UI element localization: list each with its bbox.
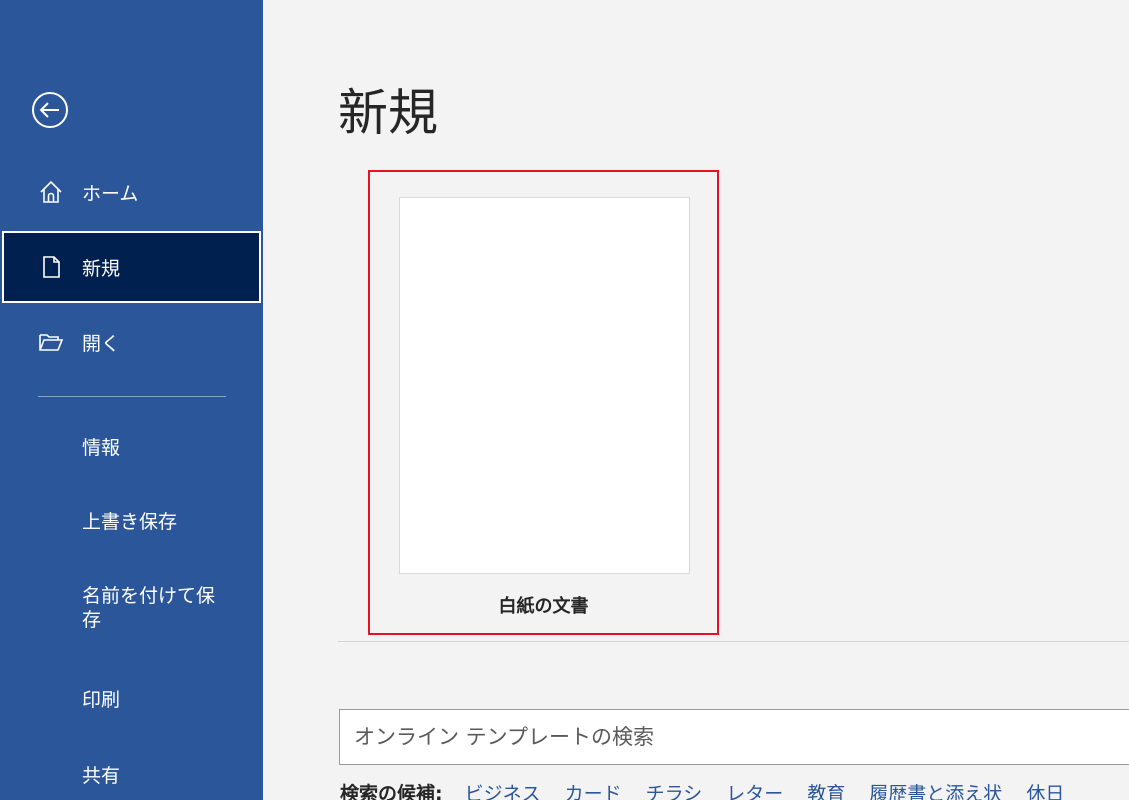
blank-document-template[interactable]: 白紙の文書: [368, 170, 719, 635]
home-icon: [38, 179, 64, 205]
suggestion-link[interactable]: 休日: [1026, 779, 1064, 800]
suggestion-link[interactable]: カード: [565, 779, 622, 800]
suggestion-link[interactable]: 履歴書と添え状: [869, 779, 1002, 800]
sidebar-item-open[interactable]: 開く: [0, 306, 263, 378]
sidebar-item-new[interactable]: 新規: [2, 231, 261, 303]
sidebar-item-share[interactable]: 共有: [82, 764, 252, 788]
section-divider: [338, 641, 1129, 642]
suggestion-link[interactable]: レター: [726, 779, 783, 800]
page-title: 新規: [338, 84, 438, 142]
sidebar-item-label: 開く: [82, 332, 121, 355]
suggestions-label: 検索の候補:: [340, 782, 443, 800]
sidebar-item-label: 新規: [82, 257, 121, 280]
template-search-input[interactable]: [339, 709, 1129, 765]
sidebar-item-print[interactable]: 印刷: [82, 688, 252, 712]
new-document-icon: [38, 254, 64, 280]
suggestion-link[interactable]: チラシ: [646, 779, 703, 800]
sidebar-item-home[interactable]: ホーム: [0, 156, 263, 228]
search-suggestions: 検索の候補: ビジネス カード チラシ レター 教育 履歴書と添え状 休日: [340, 777, 1088, 800]
sidebar-item-save-as[interactable]: 名前を付けて保存: [82, 584, 232, 632]
template-thumbnail: [399, 197, 690, 574]
backstage-sidebar: ホーム 新規 開く 情報 上書き保存 名前を付けて保存 印刷 共有: [0, 0, 263, 800]
folder-open-icon: [38, 329, 64, 355]
suggestion-link[interactable]: ビジネス: [465, 779, 541, 800]
template-label: 白紙の文書: [498, 596, 589, 617]
sidebar-item-label: ホーム: [82, 182, 139, 205]
sidebar-item-info[interactable]: 情報: [82, 436, 252, 460]
suggestion-link[interactable]: 教育: [807, 779, 845, 800]
back-button[interactable]: [30, 90, 70, 130]
sidebar-divider: [38, 396, 226, 397]
sidebar-item-save[interactable]: 上書き保存: [82, 510, 252, 534]
back-arrow-icon: [32, 92, 68, 128]
